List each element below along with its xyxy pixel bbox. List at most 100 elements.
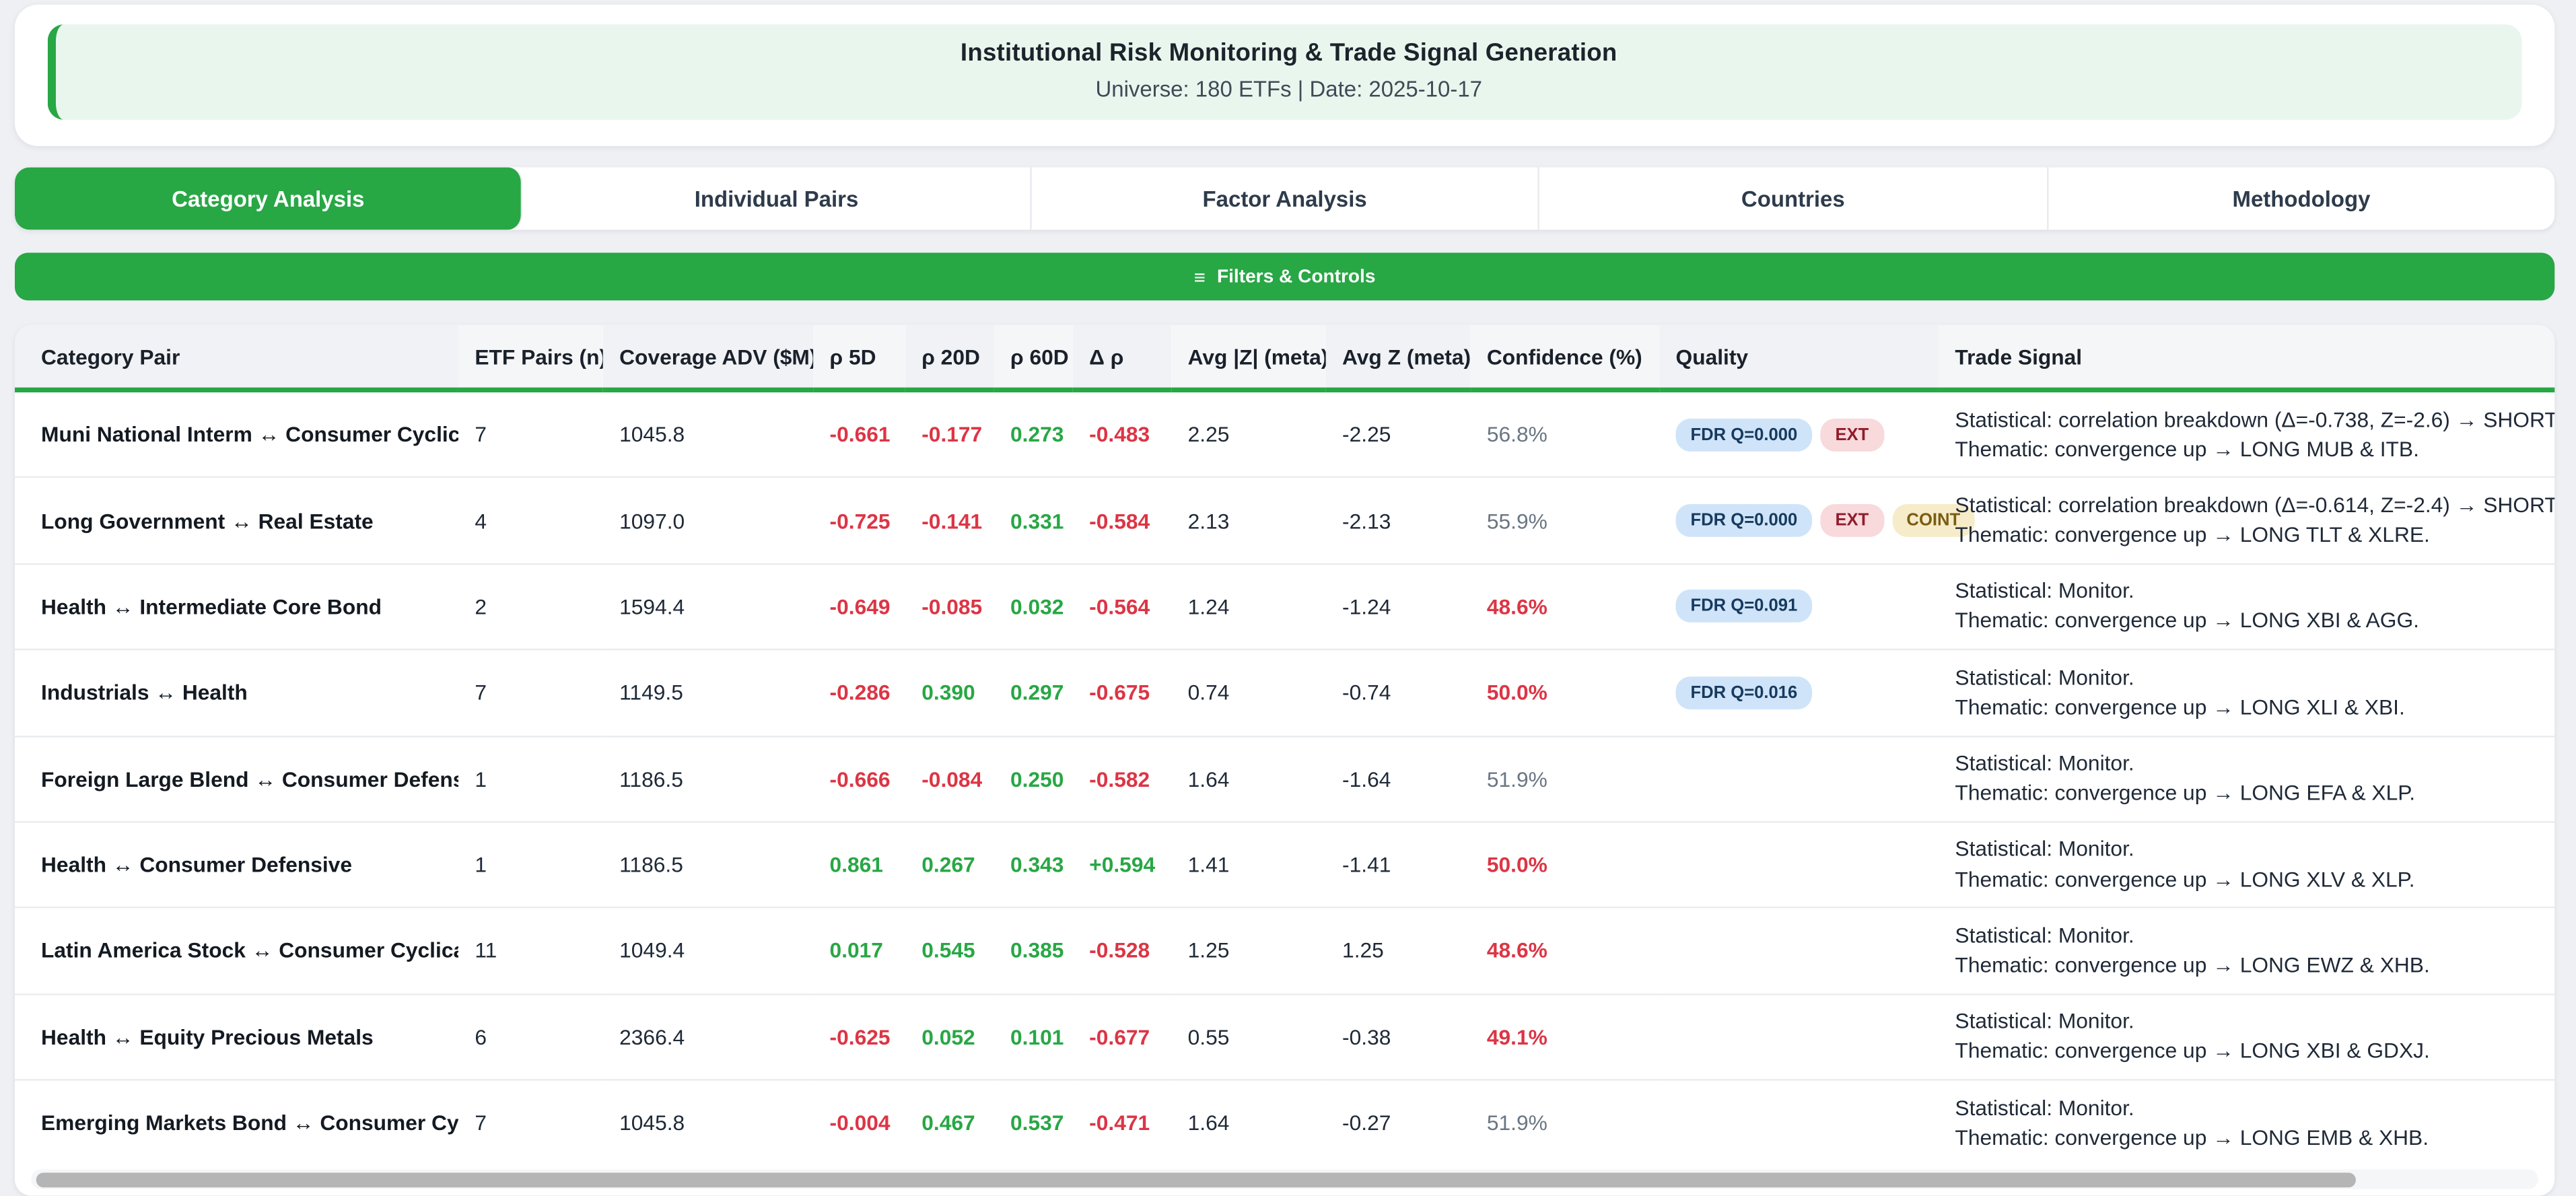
column-header-: Δ ρ: [1073, 325, 1171, 390]
cell-delta-rho: -0.483: [1073, 390, 1171, 477]
table-card: Category PairETF Pairs (n)Coverage ADV (…: [15, 325, 2554, 1196]
table-row: Long Government ↔ Real Estate41097.0-0.7…: [15, 478, 2554, 564]
header-card: Institutional Risk Monitoring & Trade Si…: [15, 5, 2554, 146]
cell-quality: [1659, 1080, 1939, 1165]
table-body: Muni National Interm ↔ Consumer Cyclical…: [15, 390, 2554, 1165]
cell-trade-signal: Statistical: Monitor.Thematic: convergen…: [1939, 1080, 2554, 1165]
cell-delta-rho: -0.582: [1073, 736, 1171, 822]
cell-etf-pairs: 11: [458, 908, 603, 994]
cell-rho-20d: 0.052: [905, 994, 994, 1080]
cell-rho-5d: -0.661: [813, 390, 905, 477]
tab-individual-pairs[interactable]: Individual Pairs: [523, 168, 1031, 230]
quality-badge-ext: EXT: [1820, 504, 1883, 537]
cell-avg-abs-z: 1.24: [1171, 563, 1325, 649]
cell-rho-5d: -0.004: [813, 1080, 905, 1165]
filters-toggle[interactable]: ≡ Filters & Controls: [15, 253, 2554, 301]
cell-category-pair: Latin America Stock ↔ Consumer Cyclical: [15, 908, 458, 994]
signal-statistical: Statistical: Monitor.: [1955, 1093, 2554, 1123]
cell-trade-signal: Statistical: Monitor.Thematic: convergen…: [1939, 649, 2554, 736]
cell-rho-60d: 0.343: [994, 822, 1073, 908]
scrollbar-thumb[interactable]: [36, 1172, 2355, 1187]
cell-avg-abs-z: 1.64: [1171, 1080, 1325, 1165]
column-header-20d: ρ 20D: [905, 325, 994, 390]
cell-quality: FDR Q=0.091: [1659, 563, 1939, 649]
cell-coverage-adv: 2366.4: [603, 994, 813, 1080]
cell-confidence: 50.0%: [1470, 822, 1659, 908]
cell-etf-pairs: 1: [458, 736, 603, 822]
cell-avg-abs-z: 1.41: [1171, 822, 1325, 908]
cell-trade-signal: Statistical: Monitor.Thematic: convergen…: [1939, 994, 2554, 1080]
cell-rho-5d: -0.666: [813, 736, 905, 822]
cell-rho-20d: 0.545: [905, 908, 994, 994]
cell-coverage-adv: 1097.0: [603, 478, 813, 564]
cell-trade-signal: Statistical: Monitor.Thematic: convergen…: [1939, 908, 2554, 994]
cell-rho-60d: 0.101: [994, 994, 1073, 1080]
tab-methodology[interactable]: Methodology: [2048, 168, 2555, 230]
pairs-table: Category PairETF Pairs (n)Coverage ADV (…: [15, 325, 2554, 1165]
table-row: Health ↔ Intermediate Core Bond21594.4-0…: [15, 563, 2554, 649]
cell-quality: [1659, 994, 1939, 1080]
cell-avg-abs-z: 0.55: [1171, 994, 1325, 1080]
cell-avg-z: -2.13: [1326, 478, 1471, 564]
cell-category-pair: Long Government ↔ Real Estate: [15, 478, 458, 564]
cell-etf-pairs: 4: [458, 478, 603, 564]
cell-category-pair: Muni National Interm ↔ Consumer Cyclical: [15, 390, 458, 477]
page-title: Institutional Risk Monitoring & Trade Si…: [75, 39, 2502, 67]
cell-rho-20d: -0.085: [905, 563, 994, 649]
filters-label: Filters & Controls: [1217, 267, 1375, 286]
cell-rho-20d: -0.084: [905, 736, 994, 822]
cell-trade-signal: Statistical: correlation breakdown (Δ=-0…: [1939, 390, 2554, 477]
signal-thematic: Thematic: convergence up → LONG EFA & XL…: [1955, 779, 2554, 808]
cell-avg-abs-z: 1.64: [1171, 736, 1325, 822]
cell-coverage-adv: 1049.4: [603, 908, 813, 994]
table-row: Foreign Large Blend ↔ Consumer Defensive…: [15, 736, 2554, 822]
tab-factor-analysis[interactable]: Factor Analysis: [1031, 168, 1539, 230]
signal-statistical: Statistical: Monitor.: [1955, 1007, 2554, 1036]
cell-etf-pairs: 7: [458, 1080, 603, 1165]
quality-badges: FDR Q=0.000EXTCOINT: [1676, 504, 1922, 537]
cell-avg-z: -1.41: [1326, 822, 1471, 908]
cell-rho-60d: 0.331: [994, 478, 1073, 564]
cell-rho-5d: 0.861: [813, 822, 905, 908]
cell-delta-rho: -0.584: [1073, 478, 1171, 564]
column-header-trade-signal: Trade Signal: [1939, 325, 2554, 390]
cell-delta-rho: -0.675: [1073, 649, 1171, 736]
cell-rho-60d: 0.032: [994, 563, 1073, 649]
cell-rho-5d: -0.725: [813, 478, 905, 564]
cell-avg-z: -2.25: [1326, 390, 1471, 477]
cell-coverage-adv: 1186.5: [603, 822, 813, 908]
summary-banner: Institutional Risk Monitoring & Trade Si…: [48, 24, 2522, 120]
cell-rho-60d: 0.273: [994, 390, 1073, 477]
cell-rho-20d: -0.177: [905, 390, 994, 477]
cell-rho-5d: -0.649: [813, 563, 905, 649]
cell-category-pair: Industrials ↔ Health: [15, 649, 458, 736]
quality-badge-fdr: FDR Q=0.091: [1676, 590, 1813, 623]
tab-countries[interactable]: Countries: [1539, 168, 2048, 230]
cell-delta-rho: -0.528: [1073, 908, 1171, 994]
quality-badge-fdr: FDR Q=0.016: [1676, 676, 1813, 709]
cell-rho-5d: -0.286: [813, 649, 905, 736]
horizontal-scrollbar[interactable]: [31, 1170, 2538, 1189]
cell-rho-20d: -0.141: [905, 478, 994, 564]
cell-coverage-adv: 1149.5: [603, 649, 813, 736]
signal-statistical: Statistical: Monitor.: [1955, 749, 2554, 779]
cell-trade-signal: Statistical: Monitor.Thematic: convergen…: [1939, 822, 2554, 908]
cell-confidence: 51.9%: [1470, 1080, 1659, 1165]
cell-avg-abs-z: 2.25: [1171, 390, 1325, 477]
cell-category-pair: Health ↔ Equity Precious Metals: [15, 994, 458, 1080]
tab-category-analysis[interactable]: Category Analysis: [15, 168, 523, 230]
cell-category-pair: Health ↔ Intermediate Core Bond: [15, 563, 458, 649]
quality-badge-fdr: FDR Q=0.000: [1676, 418, 1813, 451]
cell-quality: [1659, 736, 1939, 822]
column-header-avg-z-meta: Avg Z (meta): [1326, 325, 1471, 390]
cell-avg-abs-z: 0.74: [1171, 649, 1325, 736]
cell-rho-20d: 0.390: [905, 649, 994, 736]
table-row: Latin America Stock ↔ Consumer Cyclical1…: [15, 908, 2554, 994]
signal-thematic: Thematic: convergence up → LONG XLI & XB…: [1955, 693, 2554, 722]
cell-avg-z: -0.74: [1326, 649, 1471, 736]
cell-rho-60d: 0.297: [994, 649, 1073, 736]
column-header-etf-pairs-n: ETF Pairs (n): [458, 325, 603, 390]
quality-badges: FDR Q=0.091: [1676, 590, 1922, 623]
cell-quality: FDR Q=0.016: [1659, 649, 1939, 736]
table-row: Muni National Interm ↔ Consumer Cyclical…: [15, 390, 2554, 477]
